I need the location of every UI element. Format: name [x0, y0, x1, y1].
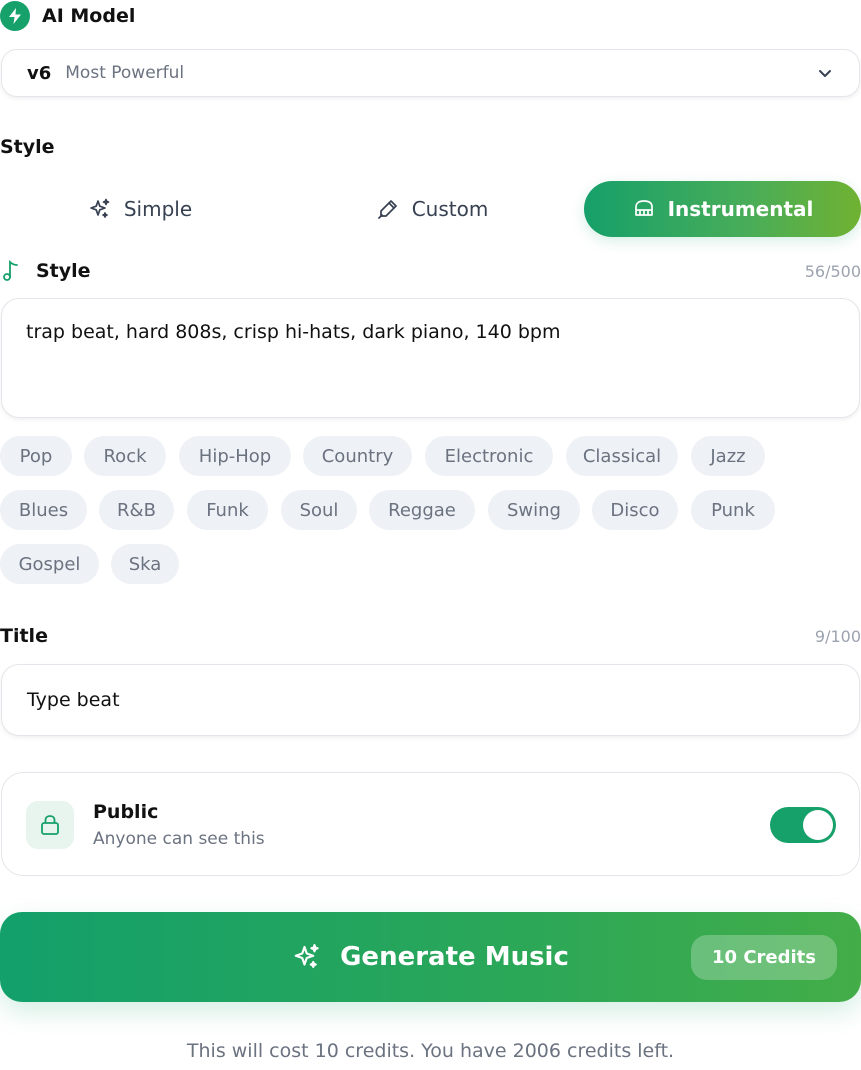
tab-instrumental[interactable]: Instrumental	[584, 181, 861, 237]
pen-icon	[376, 197, 400, 221]
genre-chip-blues[interactable]: Blues	[0, 490, 87, 530]
style-input-header: Style 56/500	[0, 256, 861, 286]
genre-chip-punk[interactable]: Punk	[691, 490, 775, 530]
visibility-card: Public Anyone can see this	[1, 772, 860, 876]
sparkles-icon	[88, 197, 112, 221]
genre-chip-hip-hop[interactable]: Hip-Hop	[179, 436, 291, 476]
visibility-title: Public	[93, 801, 159, 823]
genre-chip-ska[interactable]: Ska	[111, 544, 179, 584]
genre-chip-electronic[interactable]: Electronic	[425, 436, 553, 476]
title-label: Title	[0, 625, 48, 647]
lock-icon	[26, 801, 74, 849]
genre-chip-swing[interactable]: Swing	[488, 490, 580, 530]
genre-chip-country[interactable]: Country	[303, 436, 412, 476]
ai-model-header: AI Model	[0, 0, 135, 32]
genre-chip-pop[interactable]: Pop	[0, 436, 72, 476]
sparkles-icon	[292, 942, 322, 972]
toggle-knob	[803, 810, 833, 840]
genre-chip-rock[interactable]: Rock	[84, 436, 166, 476]
chevron-down-icon	[817, 65, 833, 85]
tab-custom-label: Custom	[411, 197, 489, 221]
genre-chip-gospel[interactable]: Gospel	[0, 544, 99, 584]
genre-chip-funk[interactable]: Funk	[187, 490, 268, 530]
style-section-label: Style	[0, 136, 55, 158]
model-description: Most Powerful	[65, 63, 185, 83]
tab-instrumental-label: Instrumental	[667, 197, 814, 221]
model-version: v6	[27, 62, 52, 84]
title-counter: 9/100	[814, 627, 861, 646]
visibility-subtitle: Anyone can see this	[93, 829, 265, 849]
generate-music-label: Generate Music	[340, 942, 569, 972]
genre-chip-soul[interactable]: Soul	[281, 490, 357, 530]
genre-chip-rnb[interactable]: R&B	[99, 490, 174, 530]
style-textarea[interactable]: trap beat, hard 808s, crisp hi-hats, dar…	[1, 298, 860, 418]
bolt-icon	[0, 1, 30, 31]
credits-badge: 10 Credits	[691, 935, 837, 980]
style-input-label: Style	[36, 260, 91, 282]
cost-note: This will cost 10 credits. You have 2006…	[186, 1040, 675, 1062]
tab-custom[interactable]: Custom	[292, 181, 572, 237]
tab-simple[interactable]: Simple	[0, 181, 280, 237]
public-toggle[interactable]	[770, 807, 836, 843]
style-counter: 56/500	[804, 261, 861, 281]
generate-music-button[interactable]: Generate Music 10 Credits	[0, 912, 861, 1002]
ai-model-label: AI Model	[42, 5, 136, 27]
genre-chip-jazz[interactable]: Jazz	[691, 436, 765, 476]
genre-chip-reggae[interactable]: Reggae	[369, 490, 475, 530]
genre-chip-disco[interactable]: Disco	[592, 490, 678, 530]
ai-model-select[interactable]: v6 Most Powerful	[1, 49, 860, 97]
title-input[interactable]: Type beat	[1, 664, 860, 736]
genre-chip-classical[interactable]: Classical	[566, 436, 678, 476]
tab-simple-label: Simple	[123, 197, 193, 221]
piano-icon	[632, 197, 656, 221]
music-note-icon	[0, 259, 22, 283]
